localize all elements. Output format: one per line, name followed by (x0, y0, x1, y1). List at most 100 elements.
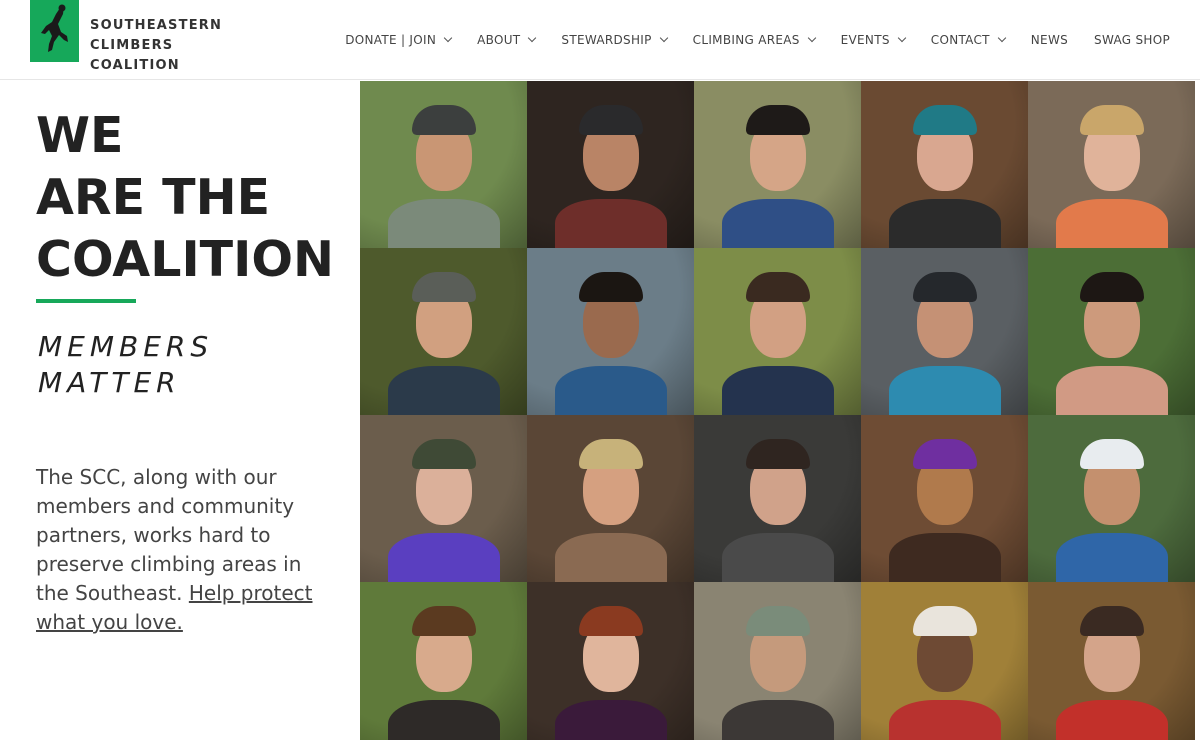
chevron-down-icon (443, 33, 453, 43)
portrait-hair (913, 105, 977, 135)
logo-wordmark[interactable]: SOUTHEASTERN CLIMBERS COALITION (90, 16, 222, 76)
portrait-shoulders (722, 533, 834, 582)
tagline-line: MEMBERS (38, 330, 214, 363)
nav-item-swag-shop[interactable]: SWAG SHOP (1094, 33, 1170, 47)
portrait-shoulders (1056, 366, 1168, 415)
member-photo (360, 415, 527, 582)
portrait-shoulders (1056, 199, 1168, 248)
portrait-shoulders (1056, 533, 1168, 582)
portrait-shoulders (889, 366, 1001, 415)
member-photo (527, 81, 694, 248)
nav-item-label: NEWS (1030, 33, 1069, 47)
portrait-shoulders (388, 700, 500, 740)
nav-item-events[interactable]: EVENTS (840, 33, 907, 47)
portrait-shoulders (889, 199, 1001, 248)
member-photo (360, 248, 527, 415)
nav-item-about[interactable]: ABOUT (477, 33, 537, 47)
logo[interactable] (30, 0, 79, 62)
portrait-shoulders (555, 700, 667, 740)
member-photo (694, 248, 861, 415)
member-photo (360, 81, 527, 248)
member-photo (1028, 415, 1195, 582)
portrait-hair (579, 606, 643, 636)
nav-item-label: ABOUT (477, 33, 521, 47)
nav-item-donate-join[interactable]: DONATE | JOIN (345, 33, 453, 47)
portrait-hair (412, 606, 476, 636)
portrait-hair (913, 606, 977, 636)
hero-divider (36, 299, 136, 303)
portrait-hair (1080, 606, 1144, 636)
nav-item-label: CLIMBING AREAS (692, 33, 800, 47)
portrait-hair (1080, 439, 1144, 469)
nav-item-label: CONTACT (930, 33, 990, 47)
hero-line: ARE THE (36, 169, 271, 226)
tagline: MEMBERS MATTER (38, 329, 213, 401)
chevron-down-icon (528, 33, 537, 43)
portrait-hair (746, 272, 810, 302)
portrait-shoulders (722, 366, 834, 415)
nav-item-stewardship[interactable]: STEWARDSHIP (561, 33, 668, 47)
portrait-hair (746, 439, 810, 469)
nav-item-label: SWAG SHOP (1094, 33, 1170, 47)
hero-heading: WE ARE THE COALITION (36, 105, 334, 291)
logo-line: CLIMBERS (90, 38, 174, 53)
main-nav: DONATE | JOIN ABOUT STEWARDSHIP CLIMBING… (319, 30, 1170, 50)
chevron-down-icon (807, 33, 816, 43)
chevron-down-icon (897, 33, 907, 43)
portrait-hair (412, 272, 476, 302)
portrait-shoulders (555, 199, 667, 248)
member-photo (694, 415, 861, 582)
member-photo-grid (360, 81, 1200, 740)
portrait-hair (412, 439, 476, 469)
intro-panel: WE ARE THE COALITION MEMBERS MATTER The … (0, 81, 360, 740)
chevron-down-icon (997, 33, 1007, 43)
member-photo (861, 582, 1028, 740)
member-photo (527, 582, 694, 740)
portrait-hair (579, 105, 643, 135)
tagline-line: MATTER (38, 366, 181, 399)
member-photo (527, 415, 694, 582)
nav-item-contact[interactable]: CONTACT (930, 33, 1007, 47)
nav-item-label: STEWARDSHIP (561, 33, 652, 47)
intro-paragraph: The SCC, along with our members and comm… (36, 463, 336, 637)
portrait-hair (746, 606, 810, 636)
member-photo (694, 81, 861, 248)
member-photo (1028, 582, 1195, 740)
member-photo (1028, 248, 1195, 415)
portrait-shoulders (388, 533, 500, 582)
portrait-hair (1080, 272, 1144, 302)
portrait-hair (412, 105, 476, 135)
member-photo (861, 248, 1028, 415)
member-photo (861, 415, 1028, 582)
portrait-shoulders (388, 199, 500, 248)
logo-line: SOUTHEASTERN (90, 18, 223, 33)
member-photo (861, 81, 1028, 248)
portrait-hair (746, 105, 810, 135)
nav-item-climbing-areas[interactable]: CLIMBING AREAS (692, 33, 816, 47)
portrait-hair (913, 439, 977, 469)
portrait-shoulders (889, 533, 1001, 582)
portrait-shoulders (555, 366, 667, 415)
portrait-shoulders (722, 700, 834, 740)
logo-line: COALITION (90, 58, 180, 73)
hero-line: WE (36, 107, 124, 164)
portrait-hair (913, 272, 977, 302)
hero-line: COALITION (36, 231, 334, 288)
portrait-shoulders (1056, 700, 1168, 740)
chevron-down-icon (659, 33, 668, 43)
portrait-shoulders (555, 533, 667, 582)
portrait-shoulders (722, 199, 834, 248)
portrait-shoulders (388, 366, 500, 415)
portrait-hair (579, 439, 643, 469)
member-photo (694, 582, 861, 740)
portrait-hair (579, 272, 643, 302)
member-photo (527, 248, 694, 415)
nav-item-news[interactable]: NEWS (1031, 33, 1068, 47)
portrait-hair (1080, 105, 1144, 135)
portrait-shoulders (889, 700, 1001, 740)
nav-item-label: DONATE | JOIN (345, 33, 437, 47)
site-header: SOUTHEASTERN CLIMBERS COALITION DONATE |… (0, 0, 1200, 80)
member-photo (360, 582, 527, 740)
nav-item-label: EVENTS (840, 33, 890, 47)
member-photo (1028, 81, 1195, 248)
